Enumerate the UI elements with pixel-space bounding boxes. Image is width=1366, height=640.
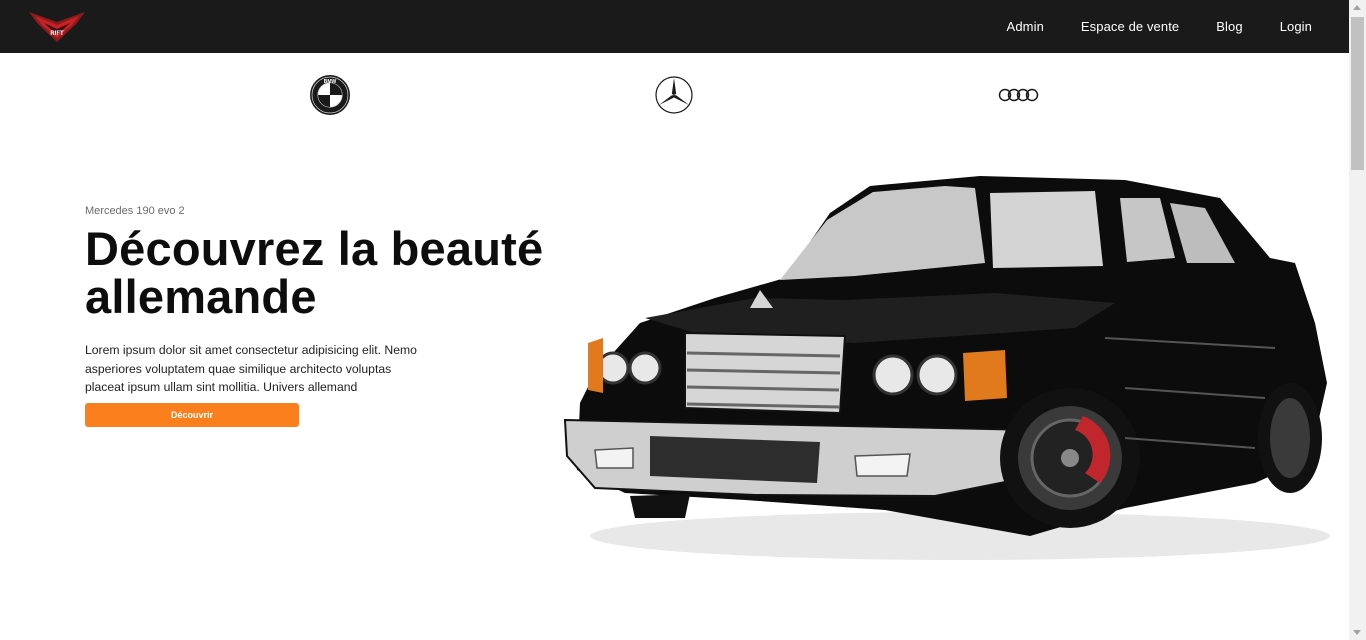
hero-description: Lorem ipsum dolor sit amet consectetur a…: [85, 343, 417, 394]
logo-text: RIFT: [50, 31, 64, 37]
nav-espace-de-vente[interactable]: Espace de vente: [1081, 19, 1179, 34]
hero-title-line2: allemande: [85, 270, 317, 323]
bmw-logo-text: BMW: [324, 79, 337, 85]
hero-subtitle: Mercedes 190 evo 2: [85, 205, 185, 217]
discover-button[interactable]: Découvrir: [85, 402, 299, 427]
nav-login[interactable]: Login: [1280, 19, 1312, 34]
scroll-thumb[interactable]: [1351, 17, 1364, 170]
vertical-scrollbar[interactable]: [1349, 0, 1366, 640]
scroll-up-icon[interactable]: [1353, 5, 1361, 10]
rift-logo[interactable]: RIFT: [26, 8, 88, 44]
hero-section: Mercedes 190 evo 2 Découvrez la beauté a…: [85, 205, 605, 427]
nav-admin[interactable]: Admin: [1007, 19, 1044, 34]
top-navbar: RIFT Admin Espace de vente Blog Login: [0, 0, 1349, 53]
mercedes-logo-icon[interactable]: [654, 74, 694, 116]
hero-title-line1: Découvrez la beauté: [85, 222, 544, 275]
scroll-down-icon[interactable]: [1353, 630, 1361, 635]
hero-title: Découvrez la beauté allemande: [85, 225, 605, 321]
nav-blog[interactable]: Blog: [1216, 19, 1242, 34]
mercedes-190-car-image: [563, 176, 1330, 560]
bmw-logo-icon[interactable]: BMW: [309, 74, 351, 116]
nav-links: Admin Espace de vente Blog Login: [970, 0, 1312, 53]
audi-logo-icon[interactable]: [998, 74, 1040, 116]
